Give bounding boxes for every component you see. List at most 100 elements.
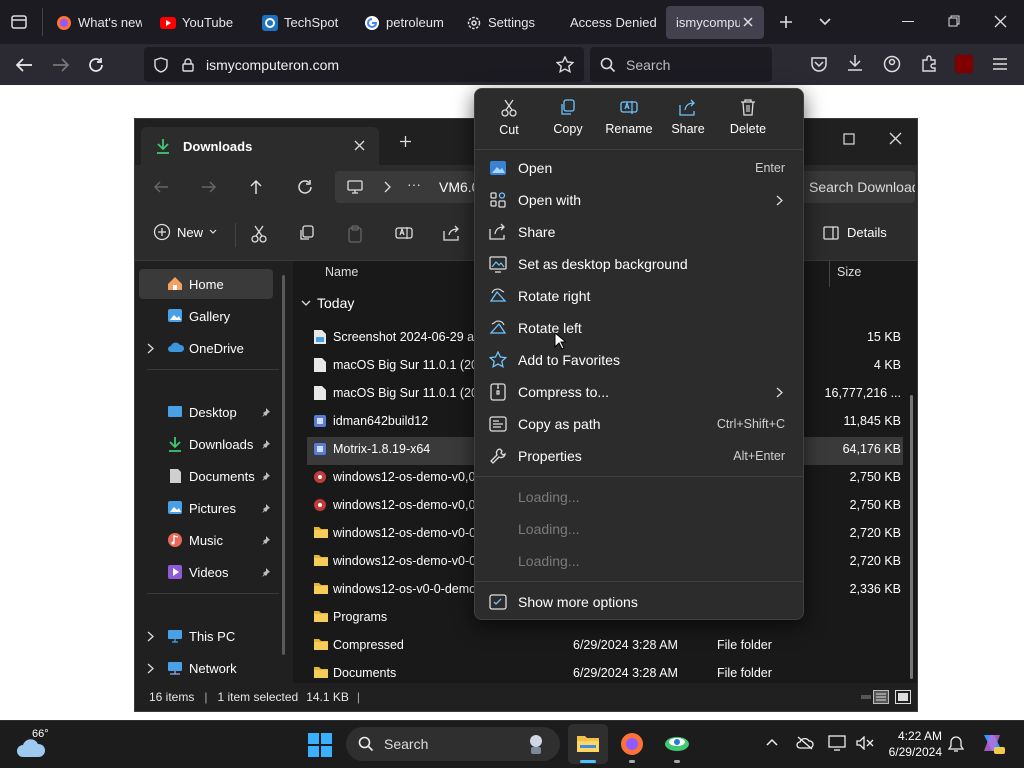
new-tab-icon[interactable] bbox=[778, 14, 794, 30]
pin-icon[interactable] bbox=[261, 567, 271, 577]
display-icon[interactable] bbox=[828, 735, 846, 751]
forward-arrow-icon[interactable] bbox=[50, 54, 72, 76]
tab-youtube[interactable]: YouTube bbox=[150, 6, 250, 39]
download-icon[interactable] bbox=[846, 54, 864, 72]
chevron-down-icon[interactable] bbox=[818, 15, 832, 29]
tab-techspot[interactable]: TechSpot | bbox=[252, 6, 342, 39]
app-taskbar-icon[interactable] bbox=[664, 732, 690, 763]
group-header-today[interactable]: Today bbox=[301, 295, 354, 311]
quick-action-cut[interactable]: Cut bbox=[480, 99, 538, 145]
firefox-taskbar-icon[interactable] bbox=[620, 732, 644, 763]
details-view-icon[interactable] bbox=[873, 690, 889, 704]
back-arrow-icon[interactable] bbox=[13, 54, 35, 76]
tab-list-icon[interactable] bbox=[10, 13, 28, 31]
notification-bell-icon[interactable] bbox=[948, 735, 964, 753]
bookmark-star-icon[interactable] bbox=[556, 56, 574, 73]
new-button[interactable]: New bbox=[153, 223, 217, 241]
menu-item-show-more-options[interactable]: Show more options bbox=[481, 586, 799, 618]
tab-ismycomputeron[interactable]: ismycomput bbox=[666, 6, 764, 39]
browser-search-box[interactable]: Search bbox=[590, 47, 772, 82]
close-tab-icon[interactable] bbox=[354, 140, 365, 151]
explorer-tab-downloads[interactable]: Downloads bbox=[141, 127, 379, 165]
weather-cloud-icon[interactable] bbox=[16, 737, 46, 759]
details-pane-button[interactable]: Details bbox=[823, 225, 887, 240]
up-arrow-icon[interactable] bbox=[249, 179, 263, 195]
hamburger-menu-icon[interactable] bbox=[992, 57, 1008, 71]
chevron-right-icon bbox=[776, 195, 783, 205]
pin-icon[interactable] bbox=[261, 439, 271, 449]
close-tab-icon[interactable] bbox=[742, 16, 754, 28]
taskbar-search-box[interactable]: Search bbox=[346, 727, 560, 761]
taskbar-explorer-button[interactable] bbox=[568, 724, 608, 764]
quick-action-share[interactable]: Share bbox=[659, 99, 717, 145]
quick-action-rename[interactable]: Rename bbox=[600, 99, 658, 145]
shield-icon[interactable] bbox=[154, 56, 168, 73]
table-row[interactable]: Compressed 6/29/2024 3:28 AM File folder bbox=[307, 631, 901, 659]
tab-petroleum[interactable]: petroleum bbox=[354, 6, 444, 39]
reload-icon[interactable] bbox=[85, 54, 107, 76]
chevron-right-icon[interactable] bbox=[147, 343, 154, 354]
ellipsis-icon[interactable]: ··· bbox=[407, 176, 421, 192]
chevron-right-icon[interactable] bbox=[147, 631, 154, 642]
copilot-icon[interactable] bbox=[980, 731, 1006, 755]
rename-icon[interactable] bbox=[395, 225, 413, 241]
tab-access-denied[interactable]: Access Denied bbox=[560, 6, 660, 39]
lock-icon[interactable] bbox=[182, 57, 194, 72]
refresh-icon[interactable] bbox=[297, 179, 313, 195]
nav-scrollbar[interactable] bbox=[282, 275, 285, 655]
forward-arrow-icon[interactable] bbox=[201, 180, 217, 194]
cloud-offline-icon[interactable] bbox=[796, 736, 814, 750]
address-bar[interactable]: ismycomputeron.com bbox=[144, 47, 584, 82]
pin-icon[interactable] bbox=[261, 471, 271, 481]
menu-item-open[interactable]: Open Enter bbox=[481, 152, 799, 184]
breadcrumb-current[interactable]: VM6.0 bbox=[439, 179, 475, 195]
explorer-search-box[interactable]: Search Downloads bbox=[795, 171, 915, 203]
minimize-icon[interactable] bbox=[902, 21, 914, 22]
chevron-right-icon[interactable] bbox=[147, 663, 154, 674]
folder-icon bbox=[313, 609, 328, 625]
paste-icon[interactable] bbox=[347, 225, 363, 243]
menu-item-open-with[interactable]: Open with bbox=[481, 184, 799, 216]
column-header-name[interactable]: Name bbox=[325, 265, 358, 279]
pin-icon[interactable] bbox=[261, 503, 271, 513]
restore-icon[interactable] bbox=[948, 15, 960, 27]
menu-item-copy-as-path[interactable]: Copy as path Ctrl+Shift+C bbox=[481, 408, 799, 440]
menu-item-share[interactable]: Share bbox=[481, 216, 799, 248]
tiles-view-icon[interactable] bbox=[895, 690, 911, 704]
pc-icon bbox=[167, 629, 183, 643]
quick-action-delete[interactable]: Delete bbox=[719, 99, 777, 145]
tab-whats-new[interactable]: What's new bbox=[46, 6, 142, 39]
menu-item-rotate-right[interactable]: Rotate right bbox=[481, 280, 799, 312]
menu-item-rotate-left[interactable]: Rotate left bbox=[481, 312, 799, 344]
list-scrollbar[interactable] bbox=[910, 395, 913, 679]
wallpaper-icon bbox=[489, 256, 507, 273]
ublock-icon[interactable] bbox=[955, 55, 973, 73]
mute-volume-icon[interactable] bbox=[856, 736, 874, 750]
downloads-icon bbox=[155, 138, 171, 154]
menu-item-add-to-favorites[interactable]: Add to Favorites bbox=[481, 344, 799, 376]
cut-icon[interactable] bbox=[251, 225, 267, 243]
new-tab-icon[interactable] bbox=[399, 135, 412, 148]
menu-item-set-desktop-background[interactable]: Set as desktop background bbox=[481, 248, 799, 280]
pin-icon[interactable] bbox=[261, 535, 271, 545]
copy-icon[interactable] bbox=[299, 225, 315, 241]
back-arrow-icon[interactable] bbox=[153, 180, 169, 194]
share-icon[interactable] bbox=[443, 225, 461, 241]
menu-item-compress-to[interactable]: Compress to... bbox=[481, 376, 799, 408]
windows-start-icon[interactable] bbox=[308, 733, 332, 757]
extensions-icon[interactable] bbox=[920, 55, 938, 73]
pocket-icon[interactable] bbox=[810, 55, 828, 73]
status-scroll-thumb[interactable] bbox=[861, 695, 871, 699]
close-window-icon[interactable] bbox=[994, 15, 1007, 28]
tab-settings[interactable]: Settings bbox=[456, 6, 556, 39]
breadcrumb[interactable]: ··· VM6.0 bbox=[335, 171, 475, 203]
account-icon[interactable] bbox=[883, 55, 901, 73]
pin-icon[interactable] bbox=[261, 407, 271, 417]
taskbar-clock[interactable]: 4:22 AM 6/29/2024 bbox=[878, 728, 942, 760]
close-window-icon[interactable] bbox=[889, 132, 902, 145]
column-header-size[interactable]: Size bbox=[837, 265, 861, 279]
quick-action-copy[interactable]: Copy bbox=[539, 99, 597, 145]
maximize-icon[interactable] bbox=[843, 133, 855, 145]
chevron-up-icon[interactable] bbox=[766, 738, 778, 746]
menu-item-properties[interactable]: Properties Alt+Enter bbox=[481, 440, 799, 472]
